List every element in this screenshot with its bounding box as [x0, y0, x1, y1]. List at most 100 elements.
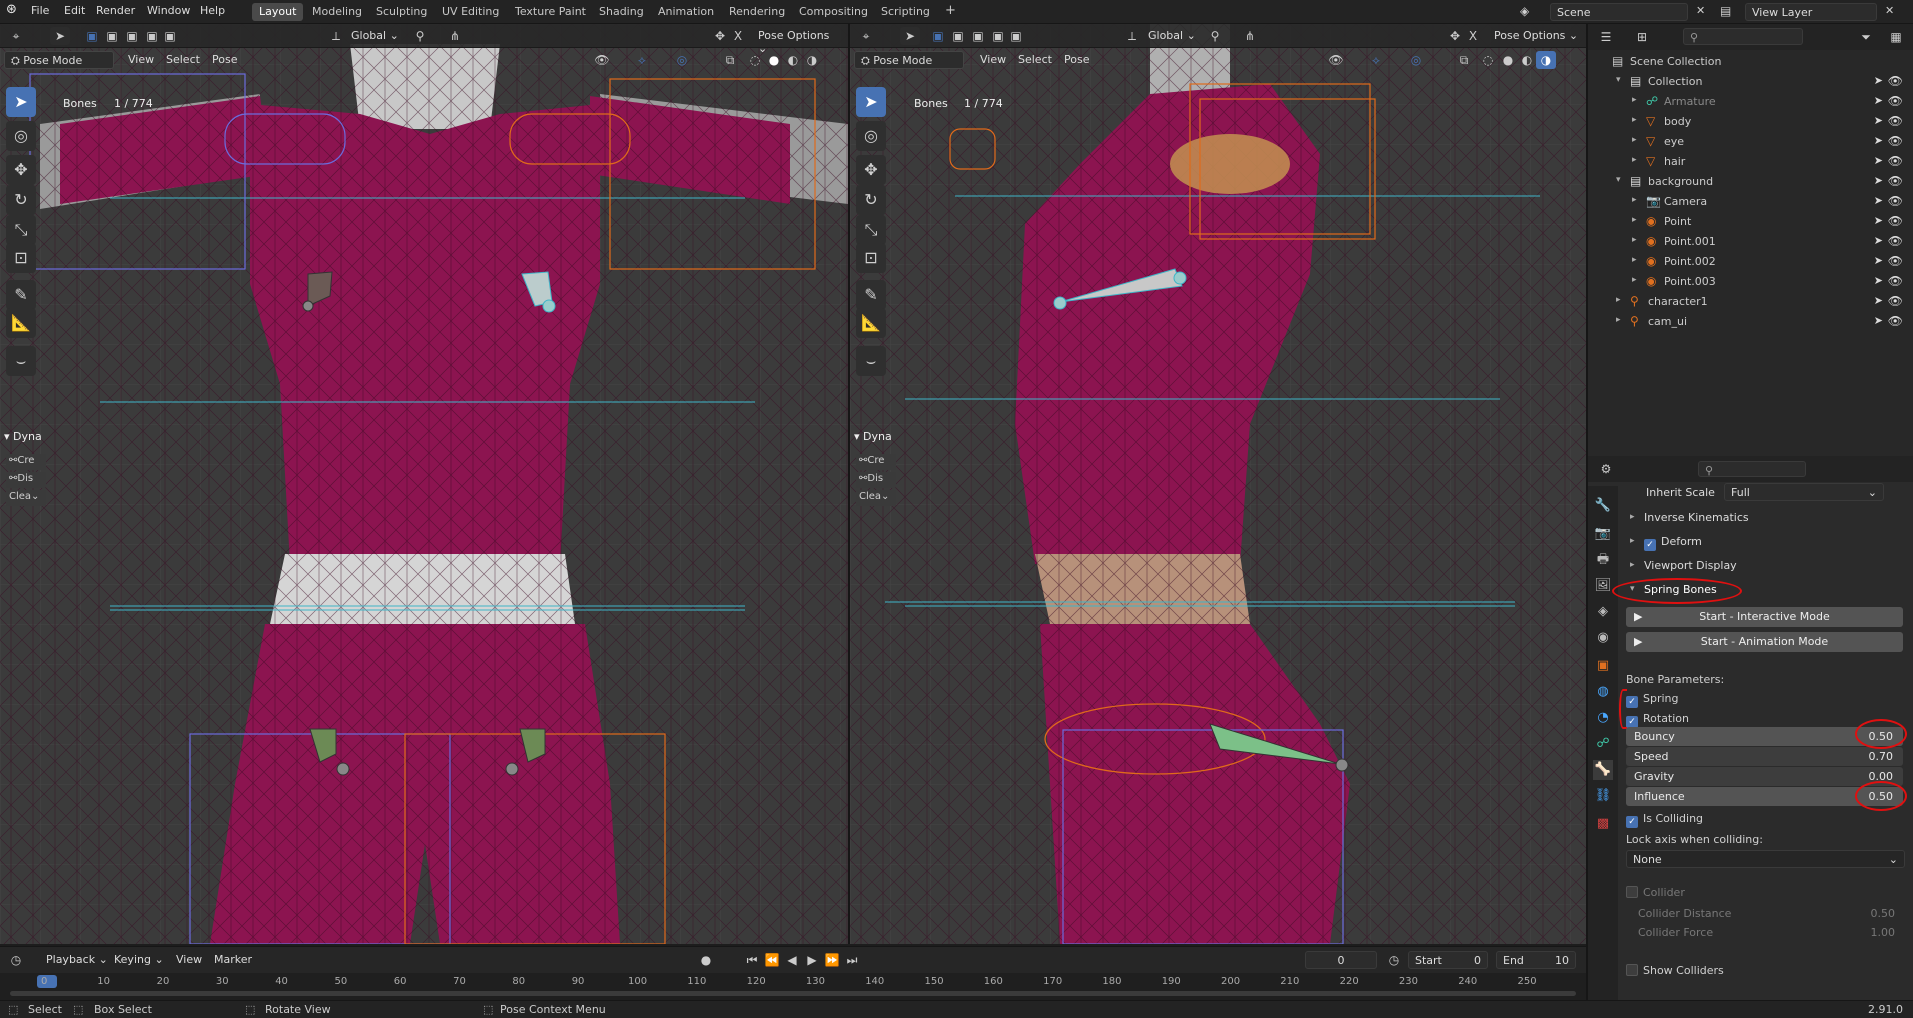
box-select-invert-icon[interactable]: ▣ — [160, 27, 180, 45]
record-icon[interactable]: ● — [696, 951, 716, 969]
select-mode-icon-2[interactable]: ➤ — [900, 27, 920, 45]
tab-compositing[interactable]: Compositing — [792, 3, 875, 21]
add-workspace-icon[interactable]: + — [938, 1, 963, 19]
visibility-eye-icon[interactable]: 👁 — [1888, 74, 1903, 88]
outliner-item[interactable]: ▸ ◉ Point.001 ➤ 👁 — [1588, 232, 1913, 252]
jump-keyframe-forward-icon[interactable]: ⏩ — [822, 951, 842, 969]
expand-icon[interactable]: ▸ — [1632, 255, 1637, 265]
selectable-icon[interactable]: ➤ — [1874, 154, 1883, 167]
snap-icon-2[interactable]: ⋔ — [1240, 27, 1260, 45]
shading-solid-icon-2[interactable]: ● — [1498, 51, 1518, 69]
menu-render[interactable]: Render — [96, 4, 135, 17]
outliner-item[interactable]: ▸ ▽ eye ➤ 👁 — [1588, 132, 1913, 152]
lock-axis-dropdown[interactable]: None ⌄ — [1626, 850, 1905, 868]
clock-icon[interactable]: ◷ — [1384, 951, 1404, 969]
new-collection-icon[interactable]: ▦ — [1886, 28, 1906, 46]
properties-search[interactable]: ⚲ — [1698, 461, 1806, 477]
tab-animation[interactable]: Animation — [651, 3, 721, 21]
collider-force-field[interactable]: Collider Force 1.00 — [1626, 924, 1905, 942]
tab-layout[interactable]: Layout — [252, 3, 304, 21]
is-colliding-checkbox[interactable]: ✓ Is Colliding — [1626, 812, 1703, 828]
shading-rendered-icon[interactable]: ◑ — [802, 51, 822, 69]
tab-uv-editing[interactable]: UV Editing — [435, 3, 506, 21]
box-select-subtract-icon-2[interactable]: ▣ — [968, 27, 988, 45]
visibility-eye-icon[interactable]: 👁 — [1888, 94, 1903, 108]
expand-icon[interactable]: ▾ — [1616, 75, 1621, 85]
expand-icon[interactable]: ▸ — [1616, 315, 1621, 325]
orientation-icon[interactable]: ⟂ — [326, 27, 346, 45]
outliner-item[interactable]: ▸ ⚲ cam_ui ➤ 👁 — [1588, 312, 1913, 332]
overlay-icon-2[interactable]: ◎ — [1406, 51, 1426, 69]
menu-help[interactable]: Help — [200, 4, 225, 17]
current-frame-field[interactable]: 0 — [1305, 951, 1377, 969]
box-select-extend-icon-2[interactable]: ▣ — [948, 27, 968, 45]
selectable-icon[interactable]: ➤ — [1874, 274, 1883, 287]
deform-checkbox[interactable]: ✓ — [1644, 539, 1656, 551]
start-frame-field[interactable]: Start 0 — [1408, 951, 1488, 969]
start-animation-button[interactable]: ▶ Start - Animation Mode — [1626, 632, 1903, 652]
expand-icon[interactable]: ▸ — [1632, 155, 1637, 165]
playback-menu[interactable]: Playback ⌄ — [40, 951, 114, 969]
object-tab-icon[interactable]: ▣ — [1593, 656, 1613, 676]
box-select-new-icon[interactable]: ▣ — [82, 27, 102, 45]
outliner-editor-icon[interactable]: ☰ — [1596, 28, 1616, 46]
selectable-icon[interactable]: ➤ — [1874, 254, 1883, 267]
section-viewport-display[interactable]: ▸ Viewport Display — [1624, 556, 1905, 576]
dyna-create-button-2[interactable]: ⚯Cre — [856, 454, 896, 470]
dyna-title-2[interactable]: ▾ Dyna — [854, 430, 892, 443]
outliner-item[interactable]: ▾ ▤ background ➤ 👁 — [1588, 172, 1913, 192]
tab-texture-paint[interactable]: Texture Paint — [508, 3, 593, 21]
show-colliders-checkbox[interactable]: Show Colliders — [1626, 964, 1724, 977]
end-frame-field[interactable]: End 10 — [1496, 951, 1576, 969]
overlay-icon[interactable]: ◎ — [672, 51, 692, 69]
outliner-item[interactable]: ▾ ▤ Collection ➤ 👁 — [1588, 72, 1913, 92]
box-select-new-icon-2[interactable]: ▣ — [928, 27, 948, 45]
jump-start-icon[interactable]: ⏮ — [742, 951, 762, 969]
editor-type-icon-2[interactable]: ⌖ — [856, 27, 876, 45]
menu-pose[interactable]: Pose — [206, 51, 243, 69]
xray-icon[interactable]: ⧉ — [720, 51, 740, 69]
dyna-dissolve-button-2[interactable]: ⚯Dis — [856, 472, 896, 488]
shading-rendered-icon-2[interactable]: ◑ — [1536, 51, 1556, 69]
pose-options-dropdown-2[interactable]: Pose Options ⌄ — [1488, 27, 1584, 45]
dyna-create-button[interactable]: ⚯Cre — [6, 454, 46, 470]
tool-cursor[interactable]: ◎ — [6, 121, 36, 151]
view-layer-icon[interactable]: ▤ — [1720, 4, 1731, 18]
xray-icon-2[interactable]: ⧉ — [1454, 51, 1474, 69]
dyna-title[interactable]: ▾ Dyna — [4, 430, 42, 443]
tab-modeling[interactable]: Modeling — [305, 3, 369, 21]
menu-edit[interactable]: Edit — [64, 4, 85, 17]
tool-transform-2[interactable]: ⊡ — [856, 243, 886, 273]
render-tab-icon[interactable]: 📷 — [1593, 524, 1613, 544]
visibility-eye-icon[interactable]: 👁 — [1888, 114, 1903, 128]
orientation-icon-2[interactable]: ⟂ — [1122, 27, 1142, 45]
outliner-item[interactable]: ▸ ◉ Point.003 ➤ 👁 — [1588, 272, 1913, 292]
inherit-scale-dropdown[interactable]: Full ⌄ — [1724, 483, 1884, 501]
keying-menu[interactable]: Keying ⌄ — [108, 951, 170, 969]
tool-select[interactable]: ➤ — [6, 87, 36, 117]
menu-select-2[interactable]: Select — [1012, 51, 1058, 69]
tool-tab-icon[interactable]: 🔧 — [1593, 496, 1613, 516]
box-select-extend-icon[interactable]: ▣ — [102, 27, 122, 45]
visibility-eye-icon[interactable]: 👁 — [1888, 174, 1903, 188]
tool-cursor-2[interactable]: ◎ — [856, 121, 886, 151]
selectable-icon[interactable]: ➤ — [1874, 314, 1883, 327]
properties-editor-icon[interactable]: ⚙ — [1596, 460, 1616, 478]
tool-relax-2[interactable]: ⌣ — [856, 346, 886, 376]
visibility-icon-2[interactable]: 👁 — [1326, 51, 1346, 69]
menu-file[interactable]: File — [31, 4, 49, 17]
orientation-dropdown-2[interactable]: Global ⌄ — [1142, 27, 1202, 45]
menu-window[interactable]: Window — [147, 4, 190, 17]
tab-scripting[interactable]: Scripting — [874, 3, 937, 21]
selectable-icon[interactable]: ➤ — [1874, 294, 1883, 307]
jump-end-icon[interactable]: ⏭ — [842, 951, 862, 969]
tool-measure-2[interactable]: 📐 — [856, 308, 886, 338]
expand-icon[interactable]: ▸ — [1632, 235, 1637, 245]
outliner-item[interactable]: ▸ ◉ Point ➤ 👁 — [1588, 212, 1913, 232]
x-mirror-icon-2[interactable]: X — [1463, 27, 1483, 45]
play-reverse-icon[interactable]: ◀ — [782, 951, 802, 969]
dyna-dissolve-button[interactable]: ⚯Dis — [6, 472, 46, 488]
visibility-eye-icon[interactable]: 👁 — [1888, 294, 1903, 308]
display-mode-icon[interactable]: ⊞ — [1632, 28, 1652, 46]
outliner-search[interactable]: ⚲ — [1683, 28, 1803, 45]
